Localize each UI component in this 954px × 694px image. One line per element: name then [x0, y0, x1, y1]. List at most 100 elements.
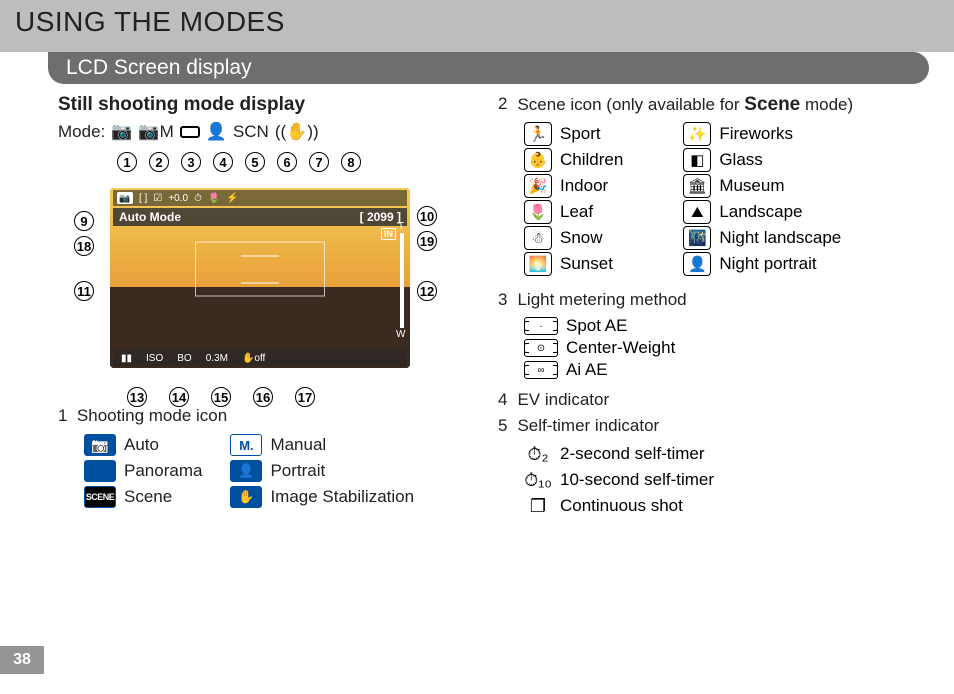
lcd-timer-icon: ⏱ — [194, 193, 202, 204]
callouts-top-row: 12345678 — [117, 152, 361, 172]
lcd-meter-icon: [ ] — [139, 193, 147, 204]
callout-18: 18 — [74, 236, 94, 256]
10s-timer-icon: ⏱₁₀ — [524, 468, 552, 492]
scene-col-b: ✨Fireworks◧Glass🏛Museum⛰ Landscape 🌃 Night … — [683, 122, 841, 278]
scene-item: ✨Fireworks — [683, 122, 841, 146]
night-landscape-scene-icon: 🌃 — [683, 226, 711, 250]
lcd-exposure-icon: ☑ — [153, 193, 162, 204]
timer-item: ❐ Continuous shot — [524, 494, 938, 518]
callout-12: 12 — [417, 281, 437, 301]
snow-scene-icon: ☃ — [524, 226, 552, 250]
legend-item: SCENE Scene — [84, 486, 202, 508]
portrait-mode-icon: 👤 — [230, 460, 262, 482]
legend-item: M. Manual — [230, 434, 414, 456]
2s-timer-icon: ⏱₂ — [524, 442, 552, 466]
children-scene-icon: 👶 — [524, 148, 552, 172]
mode-label: Mode: — [58, 122, 105, 142]
lcd-bo-icon: BO — [177, 353, 191, 364]
scene-mode-icon: SCENE — [84, 486, 116, 508]
lcd-iso-icon: ISO — [146, 353, 163, 364]
auto-mode-icon — [84, 434, 116, 456]
timer-label: 2-second self-timer — [560, 444, 705, 464]
sunset-scene-icon: 🌅 — [524, 252, 552, 276]
sport-scene-icon: 🏃 — [524, 122, 552, 146]
callout-14: 14 — [169, 387, 189, 407]
scene-label: Landscape — [719, 202, 802, 222]
page-header-bar: USING THE MODES — [0, 0, 954, 52]
scene-item: 🌷 Leaf — [524, 200, 623, 224]
section-heading-text: LCD Screen display — [48, 52, 929, 84]
legend-item: Auto — [84, 434, 202, 456]
legend-label: Portrait — [270, 461, 325, 481]
lcd-flash-icon: ⚡ — [226, 193, 238, 204]
callout-2: 2 — [149, 152, 169, 172]
legend-1-col-a: AutoPanoramaSCENEScene — [84, 434, 202, 512]
manual-mode-icon: M. — [230, 434, 262, 456]
meter-item: ∞Ai AE — [524, 360, 938, 380]
lcd-stab-off-icon: ✋off — [242, 353, 265, 364]
panorama-icon — [180, 126, 200, 138]
lcd-focus-center — [241, 255, 279, 283]
lcd-battery-icon: ▮▮ — [121, 353, 132, 364]
lcd-top-icon-bar: 📷 [ ] ☑ +0.0 ⏱ 🌷 ⚡ — [113, 190, 407, 206]
leaf-scene-icon: 🌷 — [524, 200, 552, 224]
scene-item: 🏛Museum — [683, 174, 841, 198]
scene-label: Children — [560, 150, 623, 170]
page-title: USING THE MODES — [15, 6, 939, 38]
panorama-mode-icon — [84, 460, 116, 482]
legend-1-col-b: M. Manual 👤 Portrait ✋Image Stabilization — [230, 434, 414, 512]
callout-6: 6 — [277, 152, 297, 172]
still-shooting-subheading: Still shooting mode display — [58, 94, 448, 116]
legend-label: Scene — [124, 487, 172, 507]
meter-label: Center-Weight — [566, 338, 675, 358]
legend-label: Auto — [124, 435, 159, 455]
night-portrait-scene-icon: 👤 — [683, 252, 711, 276]
continuous-shot-icon: ❐ — [524, 494, 552, 518]
camera-auto-icon: 📷 — [111, 122, 132, 142]
scn-text-icon: SCN — [233, 122, 269, 142]
timer-label: Continuous shot — [560, 496, 683, 516]
scene-item: 🏃Sport — [524, 122, 623, 146]
lcd-zoom-bar — [398, 233, 406, 328]
scene-label: Glass — [719, 150, 762, 170]
landscape-scene-icon: ⛰ — [683, 200, 711, 224]
spot-ae-icon: · — [524, 317, 558, 335]
legend-item: 👤 Portrait — [230, 460, 414, 482]
scene-icons-grid: 🏃Sport👶Children🎉Indoor🌷Leaf☃Snow🌅Sunset … — [524, 122, 938, 278]
scene-item: 🎉Indoor — [524, 174, 623, 198]
right-column: 2 Scene icon (only available for Scene m… — [498, 94, 938, 528]
timer-item: ⏱₁₀10-second self-timer — [524, 468, 938, 492]
scene-label: Leaf — [560, 202, 593, 222]
left-column: Still shooting mode display Mode: 📷 📷M 👤… — [58, 94, 448, 528]
legend-item: ✋Image Stabilization — [230, 486, 414, 508]
callout-17: 17 — [295, 387, 315, 407]
callout-1: 1 — [117, 152, 137, 172]
lcd-bottom-icon-bar: ▮▮ ISO BO 0.3M ✋off — [113, 350, 407, 366]
scene-label: Night landscape — [719, 228, 841, 248]
scene-item: ◧Glass — [683, 148, 841, 172]
item-5-title: 5 Self-timer indicator — [498, 416, 938, 436]
callout-4: 4 — [213, 152, 233, 172]
item-2-title: 2 Scene icon (only available for Scene m… — [498, 94, 938, 116]
scene-item: 👤Night portrait — [683, 252, 841, 276]
legend-1: 1 Shooting mode icon AutoPanoramaSCENESc… — [58, 406, 448, 512]
legend-label: Image Stabilization — [270, 487, 414, 507]
scene-item: 🌅Sunset — [524, 252, 623, 276]
timer-list: ⏱₂ 2-second self-timer ⏱₁₀10-second self-t… — [524, 442, 938, 518]
legend-1-columns: AutoPanoramaSCENEScene M.Manual👤Portrait… — [58, 434, 448, 512]
scene-col-a: 🏃Sport👶Children🎉Indoor🌷Leaf☃Snow🌅Sunset — [524, 122, 623, 278]
callout-15: 15 — [211, 387, 231, 407]
portrait-icon: 👤 — [206, 122, 227, 142]
meter-item: · Spot AE — [524, 316, 938, 336]
scene-label: Museum — [719, 176, 784, 196]
lcd-frame: 📷 [ ] ☑ +0.0 ⏱ 🌷 ⚡ Auto Mode [ 2099 ] IN — [110, 188, 410, 368]
legend-label: Manual — [270, 435, 326, 455]
lcd-shots-remaining: [ 2099 ] — [360, 210, 401, 224]
item-4-title: 4 EV indicator — [498, 390, 938, 410]
page-number-badge: 38 — [0, 646, 44, 674]
metering-list: · Spot AE⊙Center-Weight∞Ai AE — [524, 316, 938, 380]
meter-label: Spot AE — [566, 316, 627, 336]
lcd-mode-icon: 📷 — [117, 192, 133, 204]
meter-item: ⊙Center-Weight — [524, 338, 938, 358]
lcd-diagram: 12345678 9 18 11 10 19 12 📷 [ ] ☑ +0.0 ⏱… — [80, 156, 425, 381]
